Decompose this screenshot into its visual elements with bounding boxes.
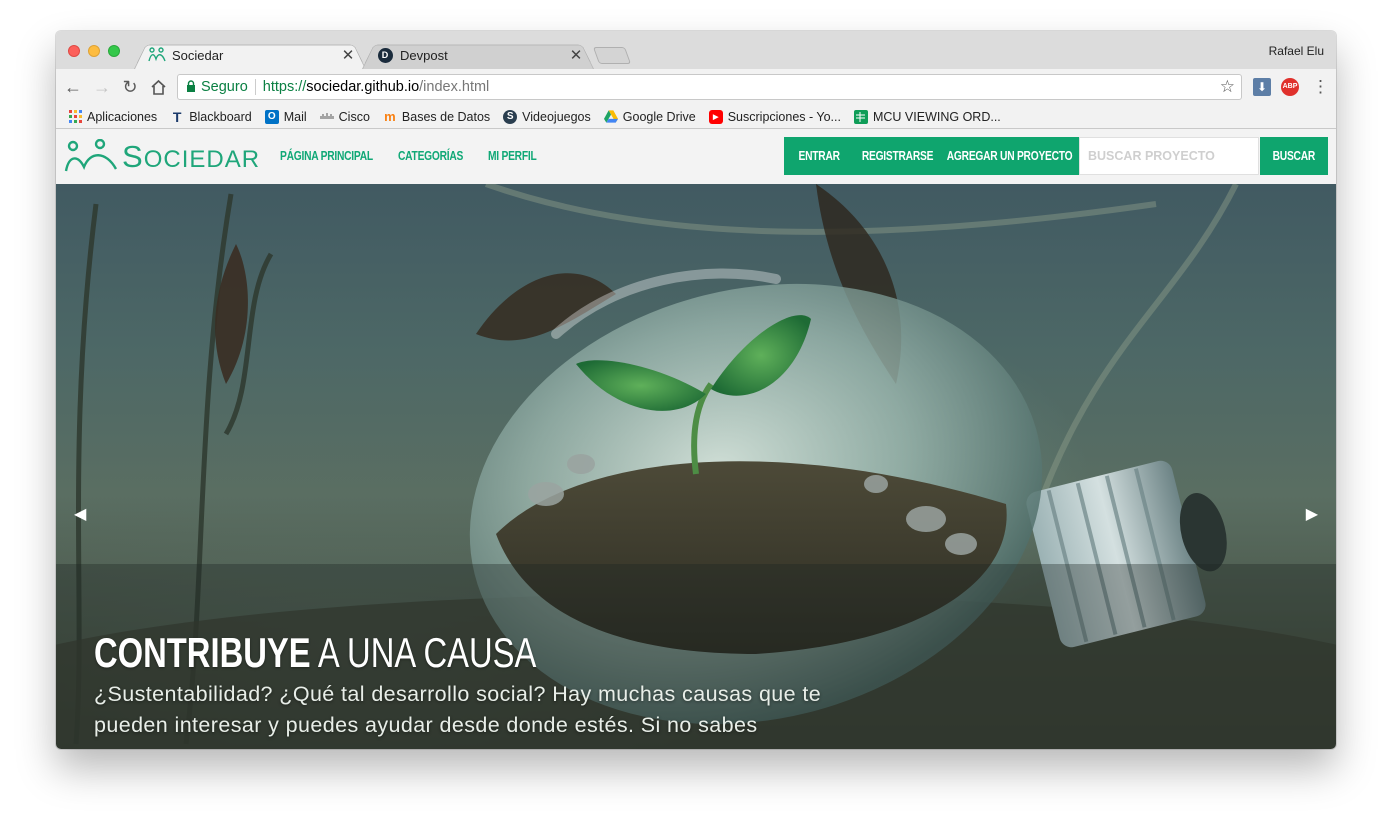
site-navbar: SOCIEDAR PÁGINA PRINCIPAL CATEGORÍAS MI … (56, 129, 1336, 184)
bookmark-label: Videojuegos (522, 109, 591, 124)
bookmark-label: Google Drive (622, 109, 696, 124)
close-tab-icon[interactable]: ✕ (340, 46, 356, 64)
carousel-next-icon[interactable]: ▶ (1306, 504, 1318, 524)
nav-link-home[interactable]: PÁGINA PRINCIPAL (280, 149, 373, 163)
home-icon[interactable] (146, 75, 170, 99)
browser-menu-icon[interactable]: ⋮ (1312, 77, 1329, 97)
outlook-icon: O (264, 109, 279, 124)
bookmark-blackboard[interactable]: T Blackboard (170, 108, 252, 125)
bookmark-label: Suscripciones - Yo... (727, 109, 841, 124)
bookmark-youtube[interactable]: ▶ Suscripciones - Yo... (708, 109, 841, 124)
blackboard-icon: T (172, 108, 182, 125)
login-button[interactable]: ENTRAR (784, 137, 854, 175)
bookmark-google-drive[interactable]: Google Drive (603, 109, 696, 124)
url-path: /index.html (419, 79, 490, 95)
sheets-icon (853, 109, 868, 124)
hero-carousel: ◀ ▶ CONTRIBUYE A UNA CAUSA ¿Sustentabili… (56, 184, 1336, 749)
apps-grid-icon (68, 110, 82, 124)
address-bar[interactable]: Seguro https:// sociedar.github.io /inde… (177, 74, 1242, 100)
profile-name[interactable]: Rafael Elu (1269, 44, 1324, 58)
sociedar-logo[interactable]: SOCIEDAR (64, 137, 260, 177)
bookmark-label: Aplicaciones (87, 109, 158, 124)
youtube-icon: ▶ (708, 109, 723, 124)
tab-devpost[interactable]: D Devpost ✕ (362, 41, 594, 69)
url-host: sociedar.github.io (306, 79, 420, 95)
adblock-plus-icon[interactable]: ABP (1281, 78, 1299, 96)
download-extension-icon[interactable]: ⬇ (1253, 78, 1271, 96)
forward-arrow-icon[interactable]: → (90, 75, 114, 99)
sociedar-favicon-icon (148, 47, 166, 63)
back-arrow-icon[interactable]: ← (61, 75, 85, 99)
nav-link-categories[interactable]: CATEGORÍAS (398, 149, 463, 163)
tab-title: Devpost (400, 47, 448, 63)
nav-link-profile[interactable]: MI PERFIL (488, 149, 537, 163)
secure-label: Seguro (201, 79, 248, 95)
new-tab-button[interactable] (592, 47, 632, 64)
bookmark-mail[interactable]: O Mail (264, 109, 307, 124)
minimize-window-button[interactable] (88, 45, 100, 57)
browser-toolbar: ← → ↻ Seguro https:// sociedar.github.io… (56, 69, 1336, 105)
bookmark-label: Cisco (338, 109, 370, 124)
bookmark-videojuegos[interactable]: S Videojuegos (503, 109, 591, 124)
url-scheme: https:// (262, 79, 307, 95)
bookmark-bases-de-datos[interactable]: m Bases de Datos (383, 109, 491, 124)
bookmark-cisco[interactable]: Cisco (320, 110, 370, 124)
close-tab-icon[interactable]: ✕ (568, 46, 584, 64)
bookmark-label: MCU VIEWING ORD... (872, 109, 1001, 124)
lock-icon (186, 79, 196, 95)
moodle-icon: m (384, 109, 396, 124)
add-project-button[interactable]: AGREGAR UN PROYECTO (941, 137, 1079, 175)
bookmark-label: Blackboard (189, 109, 252, 124)
hero-description: ¿Sustentabilidad? ¿Qué tal desarrollo so… (94, 682, 822, 737)
web-page: SOCIEDAR PÁGINA PRINCIPAL CATEGORÍAS MI … (56, 129, 1336, 749)
bookmarks-bar: Aplicaciones T Blackboard O Mail Cisco m… (56, 105, 1336, 129)
browser-window: Sociedar ✕ D Devpost ✕ Rafael Elu ← → ↻ … (56, 31, 1336, 749)
devpost-favicon-icon: D (376, 47, 394, 63)
close-window-button[interactable] (68, 45, 80, 57)
bookmark-mcu-viewing-order[interactable]: MCU VIEWING ORD... (853, 109, 1001, 124)
tab-title: Sociedar (172, 47, 224, 63)
reload-icon[interactable]: ↻ (118, 75, 142, 99)
people-logo-icon (64, 139, 118, 172)
bookmark-label: Mail (283, 109, 307, 124)
maximize-window-button[interactable] (108, 45, 120, 57)
bookmark-star-icon[interactable]: ☆ (1220, 77, 1235, 97)
tab-sociedar[interactable]: Sociedar ✕ (134, 41, 366, 69)
bookmark-apps[interactable]: Aplicaciones (68, 110, 157, 124)
hero-title: CONTRIBUYE A UNA CAUSA (94, 629, 537, 676)
register-button[interactable]: REGISTRARSE (854, 137, 941, 175)
logo-wordmark: SOCIEDAR (122, 139, 261, 174)
tab-strip: Sociedar ✕ D Devpost ✕ Rafael Elu (56, 31, 1336, 69)
search-button[interactable]: BUSCAR (1260, 137, 1328, 175)
google-drive-icon (603, 110, 618, 124)
address-divider (254, 79, 256, 95)
project-search-input[interactable] (1079, 137, 1259, 175)
bookmark-label: Bases de Datos (401, 109, 491, 124)
carousel-prev-icon[interactable]: ◀ (74, 504, 86, 524)
cisco-icon (320, 110, 334, 124)
s-circle-icon: S (503, 109, 518, 124)
